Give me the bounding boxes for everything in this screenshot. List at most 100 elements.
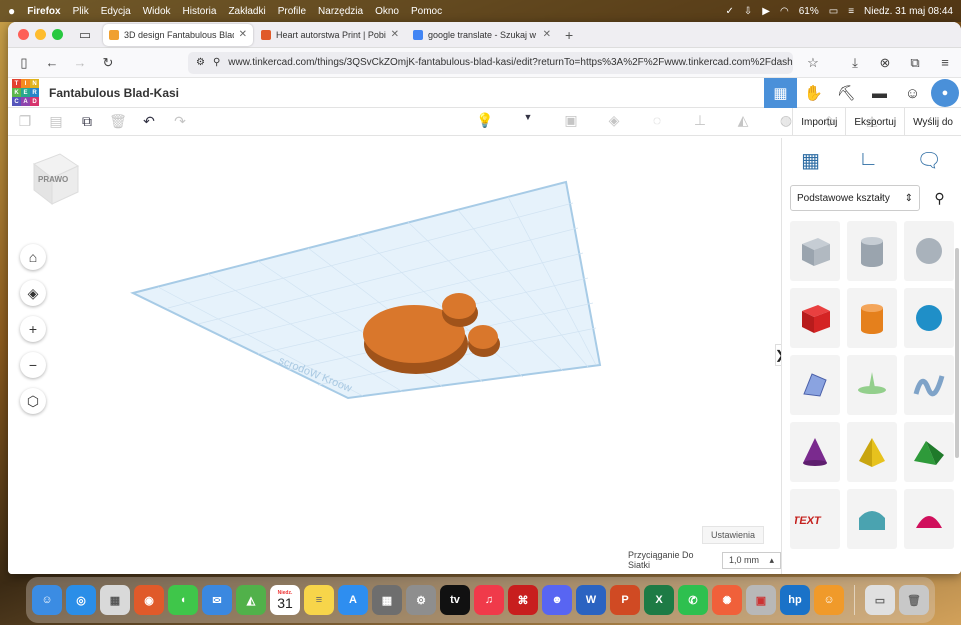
- site-info-icon[interactable]: ⚙: [196, 57, 205, 68]
- tab-tinkercad[interactable]: 3D design Fantabulous Blad-Ka ✕: [103, 23, 253, 46]
- view-cube[interactable]: PRAWO: [26, 152, 86, 211]
- shape-text-3d[interactable]: TEXT: [790, 489, 840, 549]
- bricks-pickaxe-icon[interactable]: ⛏: [830, 78, 863, 108]
- tab-overview-icon[interactable]: ▭: [77, 27, 93, 43]
- shape-roof[interactable]: [904, 422, 954, 482]
- back-icon[interactable]: ←: [44, 55, 60, 70]
- menu-okno[interactable]: Okno: [375, 6, 399, 17]
- export-button[interactable]: Eksportuj: [845, 108, 904, 136]
- powerpoint-icon[interactable]: P: [610, 585, 640, 615]
- forward-icon[interactable]: →: [72, 55, 88, 70]
- menu-firefox[interactable]: Firefox: [27, 6, 60, 17]
- printer-app-icon[interactable]: ▣: [746, 585, 776, 615]
- calendar-icon[interactable]: Niedz. 31: [270, 585, 300, 615]
- shape-half-cylinder[interactable]: [847, 489, 897, 549]
- copy-icon[interactable]: ❐: [16, 113, 34, 131]
- zoom-window-button[interactable]: [52, 29, 63, 40]
- discord-icon[interactable]: ☻: [542, 585, 572, 615]
- word-icon[interactable]: W: [576, 585, 606, 615]
- menu-widok[interactable]: Widok: [143, 6, 171, 17]
- close-tab-icon[interactable]: ✕: [543, 29, 551, 40]
- settings-button[interactable]: Ustawienia: [702, 526, 765, 544]
- settings-icon[interactable]: ⚙: [406, 585, 436, 615]
- group-icon[interactable]: ▣: [562, 112, 580, 130]
- shape-cone[interactable]: [790, 422, 840, 482]
- wifi-icon[interactable]: ◠: [780, 6, 789, 17]
- undo-icon[interactable]: ↶: [140, 113, 158, 131]
- perspective-icon[interactable]: ⬡: [20, 388, 46, 414]
- menu-profile[interactable]: Profile: [278, 6, 306, 17]
- menu-historia[interactable]: Historia: [183, 6, 217, 17]
- clock[interactable]: Niedz. 31 maj 08:44: [864, 6, 953, 17]
- menu-edycja[interactable]: Edycja: [101, 6, 131, 17]
- messages-icon[interactable]: ◖: [168, 585, 198, 615]
- safari-icon[interactable]: ◎: [66, 585, 96, 615]
- status-download-icon[interactable]: ⇩: [744, 6, 752, 17]
- workplane-svg[interactable]: scrodoW Kroow: [8, 138, 781, 574]
- excel-icon[interactable]: X: [644, 585, 674, 615]
- appletv-icon[interactable]: tv: [440, 585, 470, 615]
- maps-icon[interactable]: ◭: [236, 585, 266, 615]
- duplicate-icon[interactable]: ⧉: [78, 113, 96, 131]
- sim-lab-icon[interactable]: ▬: [863, 78, 896, 108]
- redo-icon[interactable]: ↷: [171, 113, 189, 131]
- shape-box[interactable]: [790, 288, 840, 348]
- extensions-icon[interactable]: ⧉: [907, 55, 923, 71]
- bookmark-star-icon[interactable]: ☆: [805, 55, 821, 71]
- shape-paraboloid[interactable]: [904, 489, 954, 549]
- minimize-window-button[interactable]: [35, 29, 46, 40]
- launchpad-icon[interactable]: ▦: [100, 585, 130, 615]
- dropdown-arrow-icon[interactable]: ▼: [519, 112, 537, 130]
- home-view-icon[interactable]: ⌂: [20, 244, 46, 270]
- finder-icon[interactable]: ☺: [32, 585, 62, 615]
- acrobat-icon[interactable]: ⌘: [508, 585, 538, 615]
- reload-icon[interactable]: ↻: [100, 55, 116, 71]
- account-icon[interactable]: ⊗: [877, 55, 893, 71]
- paste-icon[interactable]: ▤: [47, 113, 65, 131]
- menu-icon[interactable]: ≡: [937, 55, 953, 71]
- send-to-button[interactable]: Wyślij do: [904, 108, 961, 136]
- shape-sphere[interactable]: [904, 288, 954, 348]
- shape-sphere-hole[interactable]: [904, 221, 954, 281]
- trash-icon[interactable]: 🗑: [899, 585, 929, 615]
- shape-cylinder[interactable]: [847, 288, 897, 348]
- mirror-icon[interactable]: ◭: [734, 112, 752, 130]
- shape-library-select[interactable]: Podstawowe kształty ⇕: [790, 185, 920, 211]
- battery-icon[interactable]: ▭: [829, 6, 838, 17]
- ungroup-icon[interactable]: ◈: [605, 112, 623, 130]
- firefox-icon[interactable]: ◉: [134, 585, 164, 615]
- zoom-in-icon[interactable]: +: [20, 316, 46, 342]
- drive-icon[interactable]: ▭: [865, 585, 895, 615]
- close-tab-icon[interactable]: ✕: [239, 29, 247, 40]
- add-user-icon[interactable]: ☺: [896, 78, 929, 108]
- tab-google[interactable]: google translate - Szukaj w Goo ✕: [407, 24, 557, 46]
- align-icon[interactable]: ⊥: [691, 112, 709, 130]
- shape-text[interactable]: [904, 355, 954, 415]
- design-title[interactable]: Fantabulous Blad-Kasi: [49, 86, 179, 100]
- shape-pyramid[interactable]: [847, 422, 897, 482]
- menu-narzedzia[interactable]: Narzędzia: [318, 6, 363, 17]
- panel-scrollbar[interactable]: [955, 248, 959, 458]
- sun-app-icon[interactable]: ✺: [712, 585, 742, 615]
- mail-icon[interactable]: ✉: [202, 585, 232, 615]
- status-check-icon[interactable]: ✓: [726, 6, 734, 17]
- menu-plik[interactable]: Plik: [73, 6, 89, 17]
- appstore-icon[interactable]: A: [338, 585, 368, 615]
- notes-icon[interactable]: ≡: [304, 585, 334, 615]
- music-icon[interactable]: ♫: [474, 585, 504, 615]
- import-button[interactable]: Importuj: [792, 108, 845, 136]
- avatar[interactable]: ●: [931, 79, 959, 107]
- tab-heart[interactable]: Heart autorstwa Print | Pobierz : ✕: [255, 24, 405, 46]
- permissions-icon[interactable]: ⚲: [213, 57, 220, 68]
- ruler-tab-icon[interactable]: ∟: [858, 148, 878, 173]
- url-bar[interactable]: ⚙ ⚲ www.tinkercad.com/things/3QSvCkZOmjK…: [188, 51, 793, 74]
- workplane-canvas[interactable]: scrodoW Kroow PRAWO ⌂ ◈ + − ⬡ Ustawienia: [8, 138, 785, 574]
- hole-icon[interactable]: ◌: [648, 112, 666, 130]
- shape-scribble[interactable]: [790, 355, 840, 415]
- zoom-out-icon[interactable]: −: [20, 352, 46, 378]
- close-tab-icon[interactable]: ✕: [391, 29, 399, 40]
- snap-select[interactable]: 1,0 mm ▴: [722, 551, 781, 569]
- hp-icon[interactable]: hp: [780, 585, 810, 615]
- shape-graphic[interactable]: [847, 355, 897, 415]
- downloads-icon[interactable]: ⤓: [847, 55, 863, 71]
